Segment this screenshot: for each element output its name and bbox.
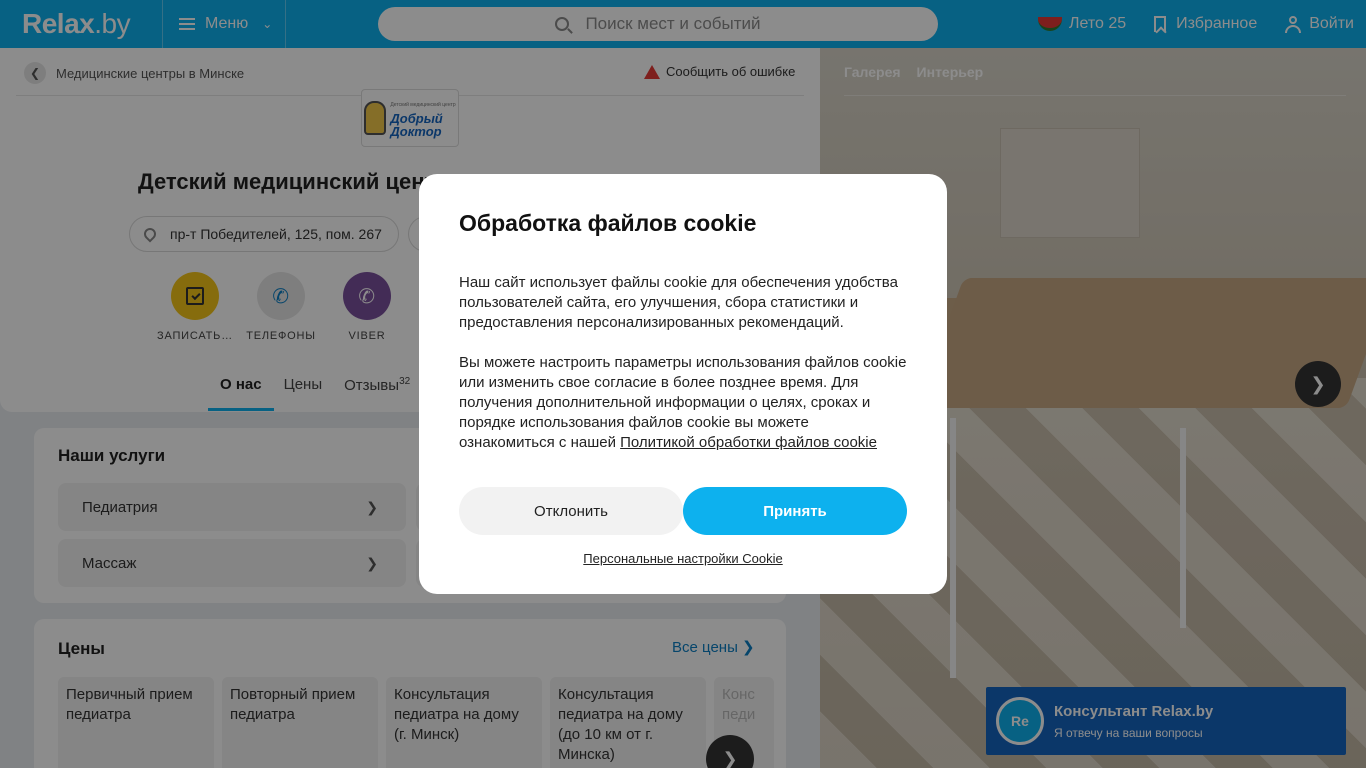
cookie-policy-link[interactable]: Политикой обработки файлов cookie bbox=[620, 434, 877, 451]
decline-button[interactable]: Отклонить bbox=[459, 487, 683, 535]
cookie-text-2: Вы можете настроить параметры использова… bbox=[459, 353, 907, 453]
cookie-settings-link[interactable]: Персональные настройки Cookie bbox=[459, 551, 907, 566]
accept-button[interactable]: Принять bbox=[683, 487, 907, 535]
cookie-modal: Обработка файлов cookie Наш сайт использ… bbox=[419, 174, 947, 594]
cookie-text-1: Наш сайт использует файлы cookie для обе… bbox=[459, 274, 898, 331]
cookie-modal-title: Обработка файлов cookie bbox=[459, 210, 757, 236]
cookie-buttons: Отклонить Принять bbox=[459, 487, 907, 535]
